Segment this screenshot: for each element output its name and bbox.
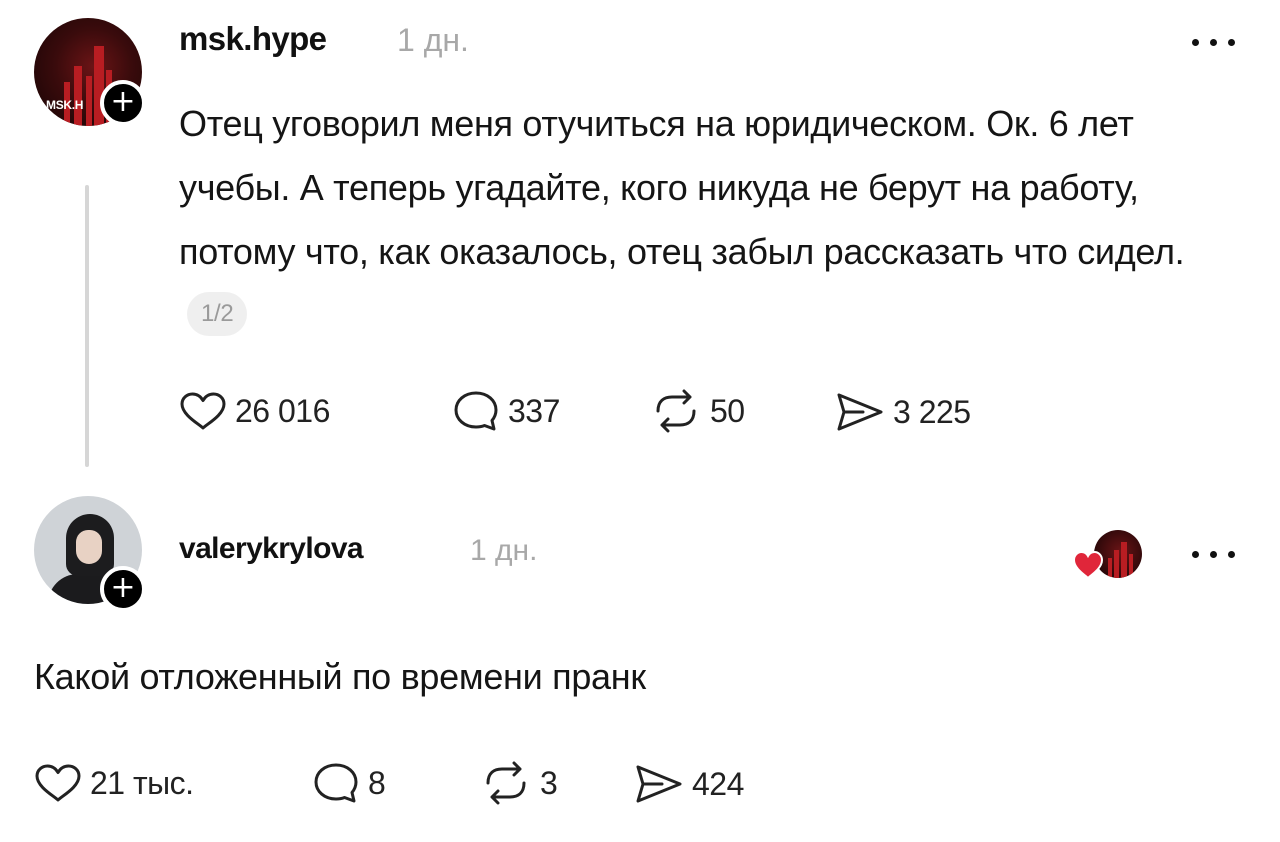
like-button[interactable]: 21 тыс.: [34, 763, 194, 803]
comment-count: 337: [508, 392, 560, 429]
page-counter[interactable]: 1/2: [187, 292, 248, 337]
comment-count: 8: [368, 764, 386, 801]
repost-button[interactable]: 50: [650, 389, 745, 433]
repost-count: 3: [540, 764, 558, 801]
follow-plus-icon[interactable]: +: [100, 80, 146, 126]
send-arrow-icon: [837, 393, 883, 431]
more-dots-icon[interactable]: [1186, 548, 1242, 560]
like-button[interactable]: 26 016: [179, 391, 330, 431]
post-username[interactable]: msk.hype: [179, 20, 327, 58]
thread-line: [85, 185, 89, 467]
like-count: 21 тыс.: [90, 764, 194, 801]
reply-timestamp: 1 дн.: [470, 534, 538, 567]
avatar-logo-text: MSK.H: [46, 98, 84, 112]
liked-by-author-badge: [1072, 530, 1144, 580]
post-body: Отец уговорил меня отучиться на юридичес…: [179, 92, 1239, 348]
share-count: 3 225: [893, 393, 971, 430]
post-timestamp: 1 дн.: [397, 22, 469, 58]
share-button[interactable]: 424: [634, 763, 744, 805]
reply-username[interactable]: valerykrylova: [179, 532, 364, 566]
follow-plus-icon[interactable]: +: [100, 566, 146, 612]
comment-button[interactable]: 337: [452, 389, 560, 433]
more-dots-icon[interactable]: [1186, 36, 1242, 48]
like-count: 26 016: [235, 392, 330, 429]
repost-button[interactable]: 3: [480, 761, 558, 805]
speech-bubble-icon: [314, 763, 358, 803]
repost-count: 50: [710, 392, 745, 429]
share-count: 424: [692, 765, 744, 802]
send-arrow-icon: [636, 765, 682, 803]
heart-outline-icon: [180, 392, 226, 430]
speech-bubble-icon: [454, 391, 498, 431]
repost-arrows-icon: [486, 761, 526, 805]
reply-text: Какой отложенный по времени пранк: [34, 656, 646, 697]
share-button[interactable]: 3 225: [835, 391, 971, 433]
comment-button[interactable]: 8: [312, 761, 386, 805]
heart-outline-icon: [35, 764, 81, 802]
repost-arrows-icon: [656, 389, 696, 433]
post-text: Отец уговорил меня отучиться на юридичес…: [179, 103, 1185, 272]
red-heart-icon: [1072, 550, 1104, 580]
